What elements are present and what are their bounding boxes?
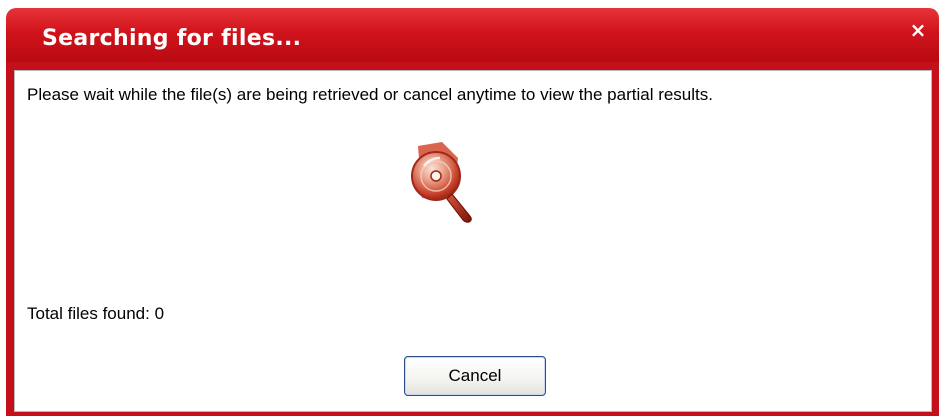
cancel-button[interactable]: Cancel bbox=[404, 356, 546, 396]
total-files-count: 0 bbox=[154, 304, 165, 323]
disc-search-icon bbox=[398, 136, 482, 228]
total-files-status: Total files found: 0 bbox=[27, 304, 164, 324]
wait-message: Please wait while the file(s) are being … bbox=[27, 85, 713, 104]
dialog-title: Searching for files... bbox=[42, 26, 302, 51]
search-progress-dialog: Searching for files... × Please wait whi… bbox=[0, 0, 939, 416]
close-icon[interactable]: × bbox=[908, 20, 928, 40]
total-files-label: Total files found: bbox=[27, 304, 150, 323]
